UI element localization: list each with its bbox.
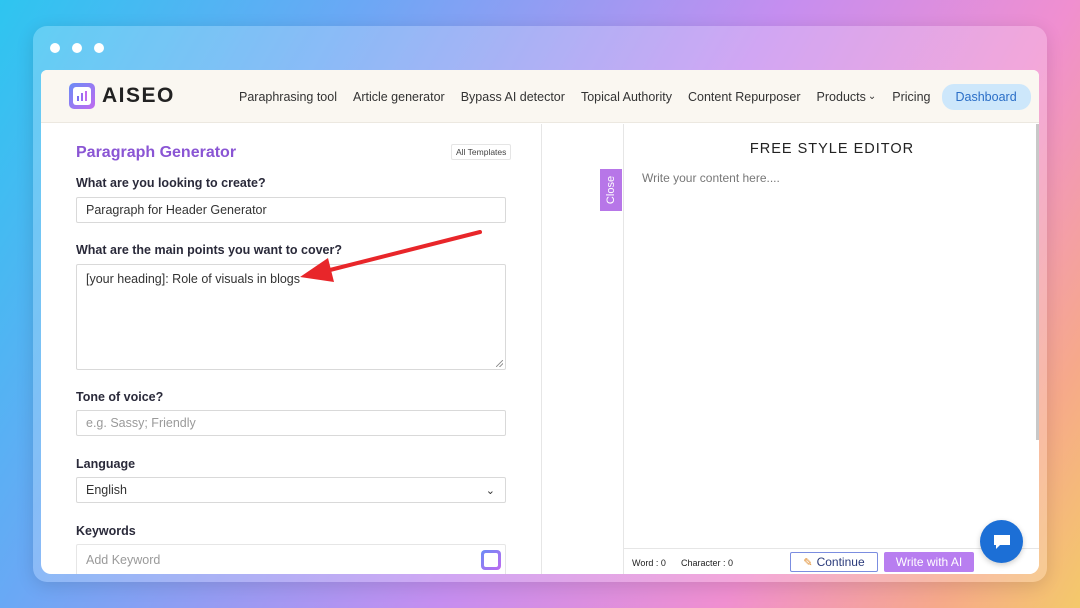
chevron-down-icon: ⌄: [485, 485, 495, 497]
resize-handle[interactable]: [496, 360, 503, 367]
page-title: Paragraph Generator: [76, 144, 237, 161]
nav-products-label: Products: [816, 89, 866, 104]
main-points-textarea[interactable]: [your heading]: Role of visuals in blogs: [76, 264, 506, 370]
create-label: What are you looking to create?: [76, 176, 266, 190]
tone-label: Tone of voice?: [76, 390, 164, 404]
nav-article-generator[interactable]: Article generator: [353, 90, 445, 104]
character-count: Character : 0: [681, 558, 734, 568]
window-controls: [50, 43, 104, 53]
language-label: Language: [76, 457, 136, 471]
form-panel: Paragraph Generator All Templates What a…: [41, 124, 542, 574]
window-dot-1[interactable]: [50, 43, 60, 53]
editor-footer: Word : 0 Character : 0 ✎ Continue Write …: [624, 548, 1039, 574]
nav-paraphrasing-tool[interactable]: Paraphrasing tool: [239, 90, 337, 104]
continue-button[interactable]: ✎ Continue: [790, 552, 878, 572]
keywords-input[interactable]: Add Keyword: [76, 544, 506, 574]
nav-pricing[interactable]: Pricing: [892, 90, 930, 104]
nav-bypass-ai-detector[interactable]: Bypass AI detector: [461, 90, 565, 104]
main-points-value: [your heading]: Role of visuals in blogs: [86, 272, 301, 286]
page: AISEO Paraphrasing tool Article generato…: [41, 70, 1039, 574]
aiseo-keyword-icon[interactable]: [481, 550, 501, 570]
window-dot-3[interactable]: [94, 43, 104, 53]
pencil-icon: ✎: [803, 556, 813, 569]
nav-topical-authority[interactable]: Topical Authority: [581, 90, 672, 104]
continue-label: Continue: [816, 555, 865, 569]
nav-products[interactable]: Products ⌄: [817, 90, 877, 104]
language-select[interactable]: English ⌄: [76, 477, 506, 503]
tone-input[interactable]: e.g. Sassy; Friendly: [76, 410, 506, 436]
window-dot-2[interactable]: [72, 43, 82, 53]
tone-placeholder: e.g. Sassy; Friendly: [86, 416, 196, 430]
logo-text: AISEO: [102, 84, 175, 107]
language-value: English: [86, 483, 127, 497]
free-style-editor: FREE STYLE EDITOR Write your content her…: [623, 124, 1039, 574]
all-templates-button[interactable]: All Templates: [451, 144, 512, 160]
chat-button[interactable]: [980, 520, 1023, 563]
main-points-label: What are the main points you want to cov…: [76, 243, 343, 257]
keywords-label: Keywords: [76, 524, 136, 538]
word-count: Word : 0: [632, 558, 666, 568]
keywords-placeholder: Add Keyword: [86, 553, 161, 567]
editor-scrollbar[interactable]: [1036, 124, 1039, 440]
nav-links: Paraphrasing tool Article generator Bypa…: [239, 70, 1031, 123]
close-tab-button[interactable]: Close: [600, 169, 622, 211]
top-nav: AISEO Paraphrasing tool Article generato…: [41, 70, 1039, 123]
chevron-down-icon: ⌄: [867, 91, 877, 102]
create-input-value: Paragraph for Header Generator: [86, 203, 267, 217]
close-tab-label: Close: [605, 175, 617, 205]
chat-bubble-icon: [993, 534, 1010, 549]
create-input[interactable]: Paragraph for Header Generator: [76, 197, 506, 223]
browser-window: AISEO Paraphrasing tool Article generato…: [33, 26, 1047, 582]
write-with-ai-button[interactable]: Write with AI: [884, 552, 974, 572]
editor-content-area[interactable]: Write your content here....: [642, 171, 780, 185]
dashboard-button[interactable]: Dashboard: [941, 83, 1031, 110]
nav-content-repurposer[interactable]: Content Repurposer: [688, 90, 801, 104]
logo[interactable]: AISEO: [69, 83, 175, 109]
editor-title: FREE STYLE EDITOR: [749, 141, 915, 157]
logo-icon: [69, 83, 95, 109]
